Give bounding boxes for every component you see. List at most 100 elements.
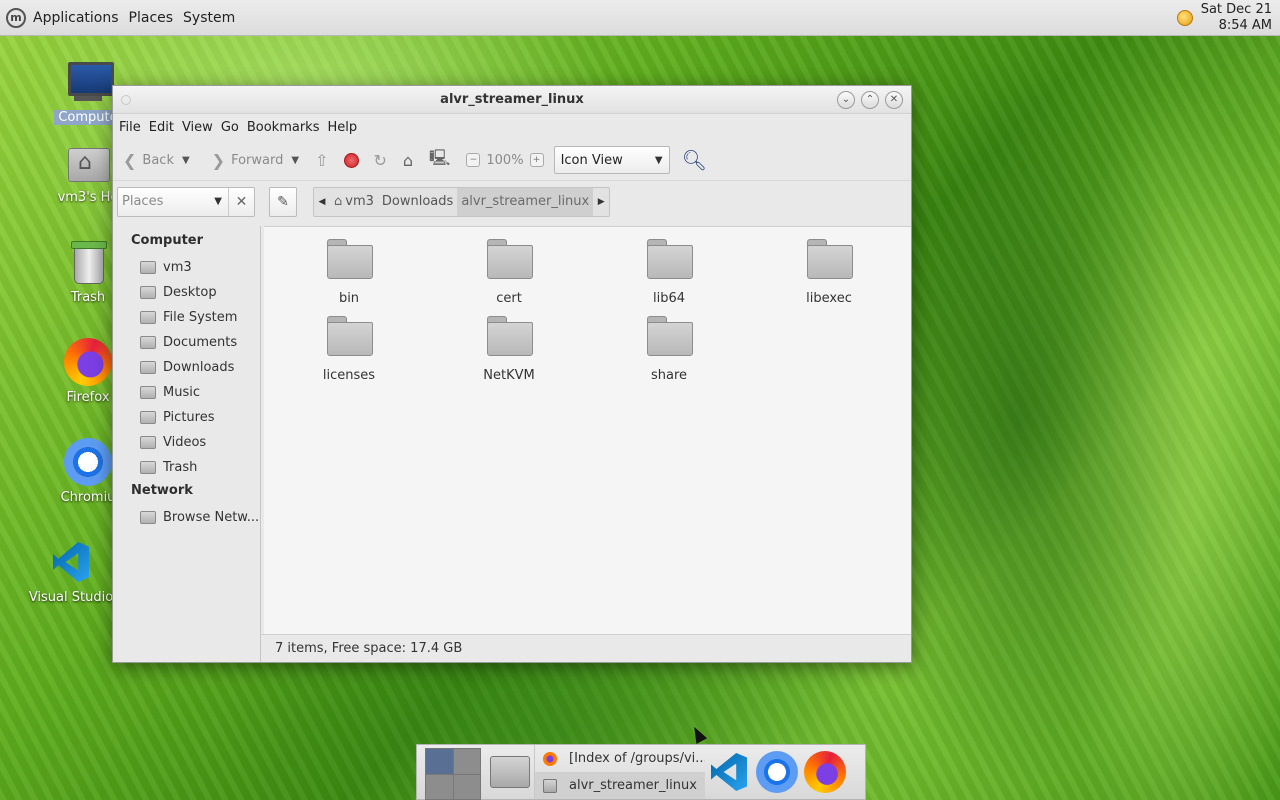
breadcrumb-downloads[interactable]: Downloads bbox=[378, 188, 457, 216]
menu-bookmarks[interactable]: Bookmarks bbox=[243, 120, 324, 135]
chevron-down-icon: ▼ bbox=[214, 196, 222, 207]
vscode-launcher[interactable] bbox=[705, 745, 753, 799]
file-name: share bbox=[650, 368, 688, 383]
folder-icon bbox=[543, 778, 557, 793]
zoom-out-button[interactable]: − bbox=[466, 153, 481, 167]
back-label: Back bbox=[142, 152, 174, 168]
workspace-1[interactable] bbox=[426, 749, 453, 774]
forward-history-caret-icon[interactable]: ▼ bbox=[291, 155, 299, 166]
system-menu[interactable]: System bbox=[178, 10, 240, 26]
sidebar-item-file-system[interactable]: File System bbox=[113, 305, 260, 330]
chromium-launcher[interactable] bbox=[753, 745, 801, 799]
home-icon: ⌂ bbox=[334, 194, 343, 209]
sidebar-item-trash[interactable]: Trash bbox=[113, 455, 260, 480]
file-item[interactable]: bin bbox=[294, 239, 404, 306]
sidebar-pane-select[interactable]: Places ▼ ✕ bbox=[117, 186, 255, 217]
file-name: lib64 bbox=[652, 291, 686, 306]
file-item[interactable]: libexec bbox=[774, 239, 884, 306]
file-name: licenses bbox=[322, 368, 376, 383]
menu-view[interactable]: View bbox=[178, 120, 217, 135]
up-button[interactable]: ⇧ bbox=[311, 145, 338, 175]
desktop-icon-vscode[interactable]: Visual Studio bbox=[16, 538, 126, 605]
task-file-manager[interactable]: alvr_streamer_linux bbox=[535, 772, 705, 799]
forward-button[interactable]: ❯ Forward ▼ bbox=[208, 145, 303, 175]
search-icon[interactable]: 🔍︎ bbox=[682, 148, 707, 172]
home-folder-icon bbox=[140, 261, 156, 274]
folder-icon bbox=[140, 361, 156, 374]
sidebar-item-label: Trash bbox=[163, 460, 198, 475]
menu-edit[interactable]: Edit bbox=[145, 120, 178, 135]
folder-icon bbox=[647, 239, 693, 279]
firefox-launcher[interactable] bbox=[801, 745, 849, 799]
folder-icon bbox=[487, 316, 533, 356]
task-browser[interactable]: [Index of /groups/vi... bbox=[535, 745, 705, 772]
home-button[interactable]: ⌂ bbox=[399, 145, 423, 175]
sidebar-item-label: Documents bbox=[163, 335, 238, 350]
file-item[interactable]: lib64 bbox=[614, 239, 724, 306]
view-mode-select[interactable]: Icon View ▼ bbox=[553, 146, 670, 174]
back-history-caret-icon[interactable]: ▼ bbox=[182, 155, 190, 166]
folder-icon bbox=[807, 239, 853, 279]
sidebar-item-label: Downloads bbox=[163, 360, 235, 375]
zoom-in-button[interactable]: + bbox=[529, 153, 544, 167]
file-name: libexec bbox=[806, 291, 852, 306]
workspace-3[interactable] bbox=[426, 774, 453, 799]
sidebar-item-documents[interactable]: Documents bbox=[113, 330, 260, 355]
folder-icon bbox=[327, 316, 373, 356]
sidebar-item-music[interactable]: Music bbox=[113, 380, 260, 405]
top-panel: m Applications Places System Sat Dec 21 … bbox=[0, 0, 1280, 36]
task-label: alvr_streamer_linux bbox=[569, 778, 697, 793]
applications-menu[interactable]: Applications bbox=[28, 10, 124, 26]
menu-file[interactable]: File bbox=[115, 120, 145, 135]
sidebar-item-browse-network[interactable]: Browse Netw... bbox=[113, 505, 260, 530]
trash-icon bbox=[140, 461, 156, 474]
sidebar-item-label: Pictures bbox=[163, 410, 215, 425]
toolbar: ❮ Back ▼ ❯ Forward ▼ ⇧ ↻ ⌂ 🖳 − 100% + Ic… bbox=[113, 140, 911, 180]
sidebar-pane-value: Places bbox=[122, 194, 164, 209]
file-item[interactable]: cert bbox=[454, 239, 564, 306]
sidebar-item-vm3[interactable]: vm3 bbox=[113, 255, 260, 280]
trash-icon bbox=[64, 238, 112, 286]
mate-logo-icon[interactable]: m bbox=[6, 7, 26, 28]
places-menu[interactable]: Places bbox=[124, 10, 179, 26]
breadcrumb-label: vm3 bbox=[345, 194, 374, 209]
chevron-down-icon: ▼ bbox=[654, 154, 663, 166]
window-list: [Index of /groups/vi... alvr_streamer_li… bbox=[535, 745, 705, 799]
close-button[interactable]: ✕ bbox=[885, 90, 903, 109]
breadcrumb-current[interactable]: alvr_streamer_linux bbox=[457, 187, 594, 216]
sidebar-item-pictures[interactable]: Pictures bbox=[113, 405, 260, 430]
menu-go[interactable]: Go bbox=[217, 120, 243, 135]
top-menu: m Applications Places System bbox=[0, 0, 240, 36]
breadcrumb-scroll-right-icon[interactable]: ▶ bbox=[593, 197, 609, 207]
workspace-2[interactable] bbox=[453, 749, 480, 774]
sidebar-item-desktop[interactable]: Desktop bbox=[113, 280, 260, 305]
stop-button[interactable] bbox=[340, 145, 363, 175]
maximize-button[interactable]: ⌃ bbox=[861, 90, 879, 109]
back-button[interactable]: ❮ Back ▼ bbox=[119, 145, 194, 175]
zoom-level[interactable]: 100% bbox=[486, 153, 523, 168]
file-manager-launcher[interactable] bbox=[485, 745, 535, 799]
file-item[interactable]: NetKVM bbox=[454, 316, 564, 383]
file-item[interactable]: share bbox=[614, 316, 724, 383]
view-mode-value: Icon View bbox=[560, 152, 623, 168]
sidebar-item-videos[interactable]: Videos bbox=[113, 430, 260, 455]
reload-button[interactable]: ↻ bbox=[369, 145, 396, 175]
folder-icon bbox=[140, 336, 156, 349]
menu-help[interactable]: Help bbox=[323, 120, 361, 135]
update-notifier-icon[interactable] bbox=[1176, 9, 1193, 26]
forward-label: Forward bbox=[231, 152, 284, 168]
file-item[interactable]: licenses bbox=[294, 316, 404, 383]
breadcrumb-scroll-left-icon[interactable]: ◀ bbox=[314, 197, 330, 207]
sidebar-item-downloads[interactable]: Downloads bbox=[113, 355, 260, 380]
minimize-button[interactable]: ⌄ bbox=[837, 90, 855, 109]
sidebar-heading-computer: Computer bbox=[131, 233, 204, 248]
computer-button[interactable]: 🖳 bbox=[425, 145, 460, 175]
sidebar-item-label: Desktop bbox=[163, 285, 217, 300]
toggle-location-entry-button[interactable]: ✎ bbox=[269, 186, 297, 217]
window-titlebar[interactable]: alvr_streamer_linux ⌄ ⌃ ✕ bbox=[113, 86, 911, 114]
breadcrumb-vm3[interactable]: ⌂ vm3 bbox=[330, 188, 378, 216]
clock[interactable]: Sat Dec 21 8:54 AM bbox=[1201, 2, 1272, 34]
icon-grid[interactable]: bin cert lib64 libexec licenses NetKVM s… bbox=[264, 227, 911, 634]
workspace-4[interactable] bbox=[453, 774, 480, 799]
close-sidebar-icon[interactable]: ✕ bbox=[228, 187, 254, 216]
